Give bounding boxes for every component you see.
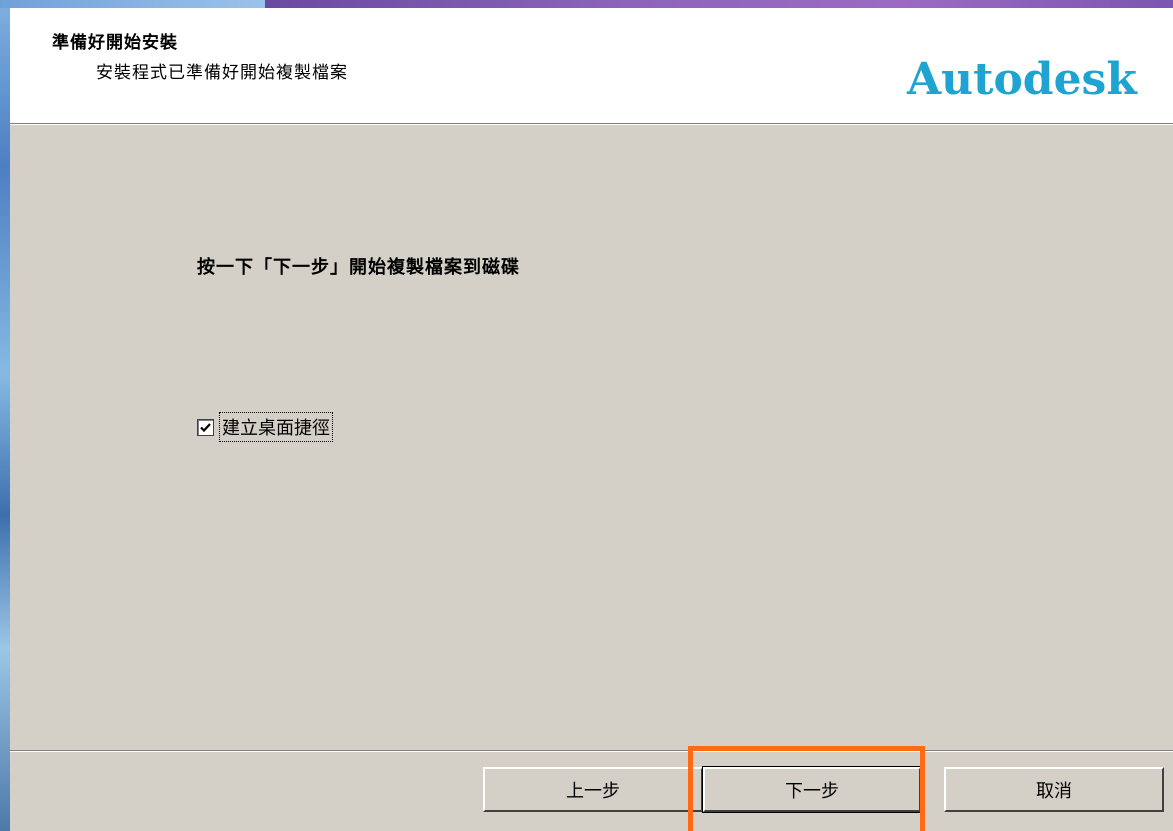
header-divider (10, 123, 1173, 125)
cancel-button[interactable]: 取消 (944, 767, 1164, 812)
instruction-text: 按一下「下一步」開始複製檔案到磁碟 (197, 257, 520, 278)
dialog-header: 準備好開始安裝 安裝程式已準備好開始複製檔案 Autodesk (10, 8, 1173, 123)
desktop-shortcut-checkbox[interactable] (197, 418, 214, 436)
desktop-shortcut-label[interactable]: 建立桌面捷徑 (219, 412, 333, 442)
next-button[interactable]: 下一步 (702, 766, 922, 813)
page-subtitle: 安裝程式已準備好開始複製檔案 (96, 63, 348, 83)
back-button[interactable]: 上一步 (483, 767, 703, 812)
desktop-wallpaper-top-left (0, 0, 265, 8)
desktop-screen: 準備好開始安裝 安裝程式已準備好開始複製檔案 Autodesk 按一下「下一步」… (0, 0, 1173, 831)
checkmark-icon (200, 422, 211, 432)
desktop-wallpaper-top (265, 0, 1173, 8)
autodesk-logo: Autodesk (907, 54, 1137, 105)
desktop-shortcut-option[interactable]: 建立桌面捷徑 (197, 412, 333, 442)
footer-divider (10, 750, 1173, 752)
installer-dialog: 準備好開始安裝 安裝程式已準備好開始複製檔案 Autodesk 按一下「下一步」… (10, 8, 1173, 831)
page-title: 準備好開始安裝 (52, 33, 178, 53)
